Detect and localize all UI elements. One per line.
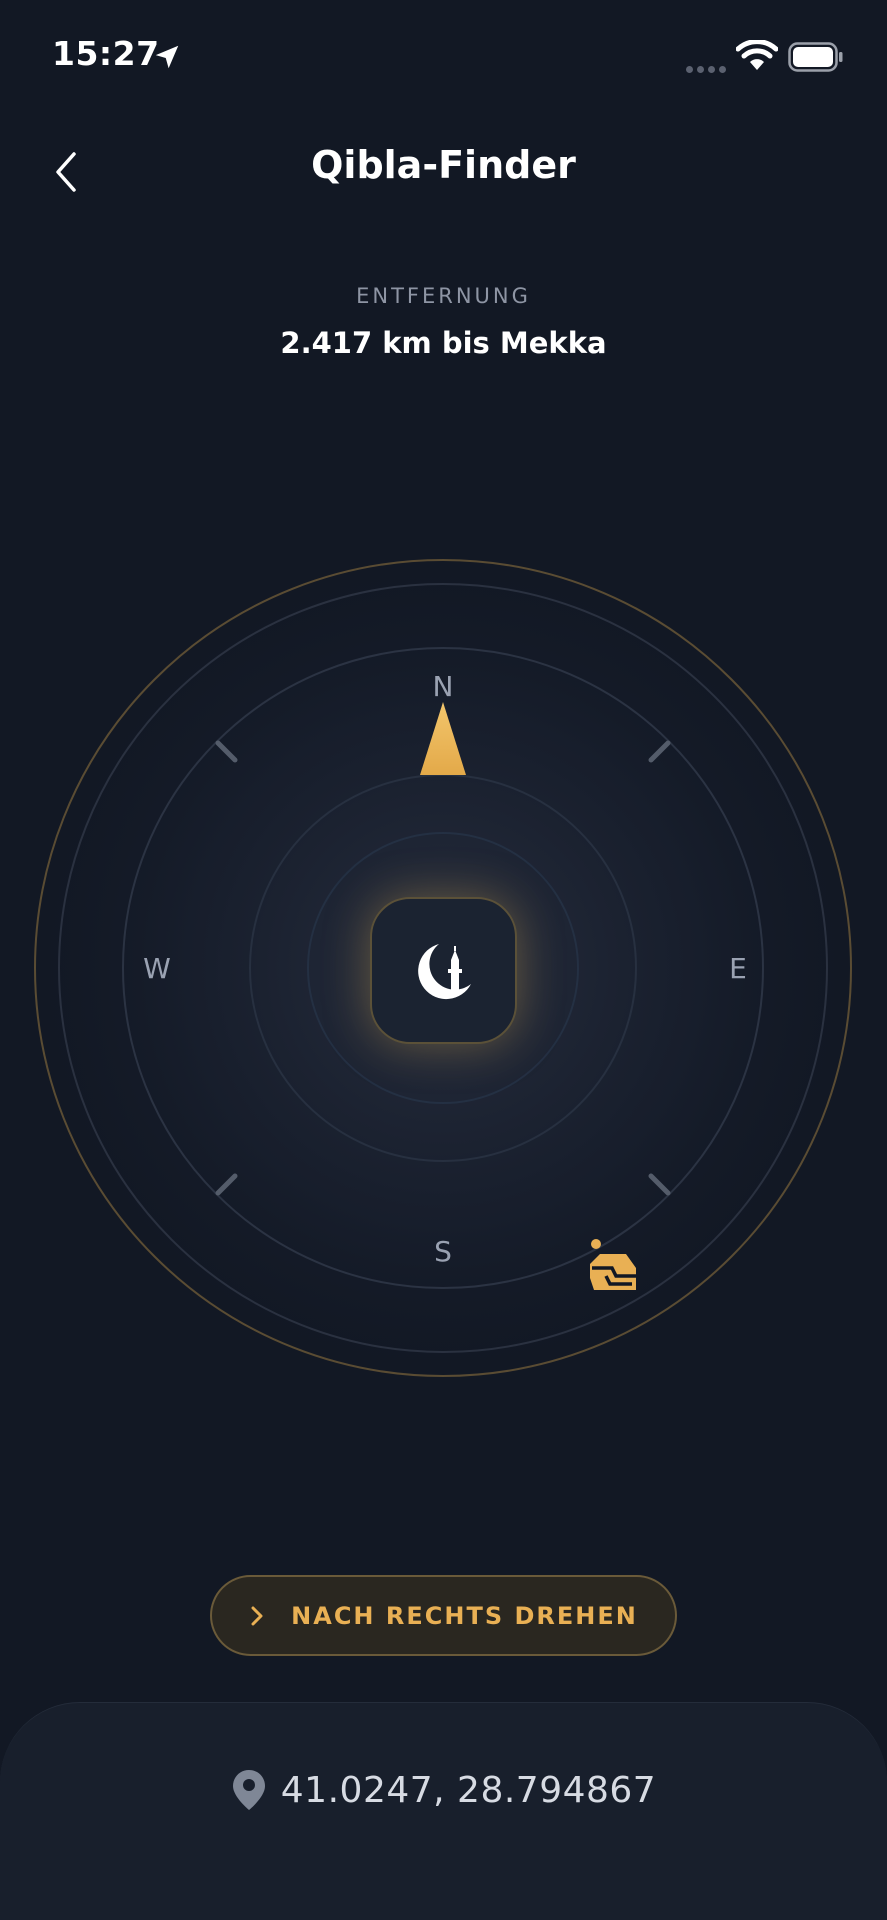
qibla-finder-screen: 15:27 Qibla-Finder ENTFERNUNG 2.417 km b… bbox=[0, 0, 887, 1920]
compass-north-label: N bbox=[432, 670, 454, 703]
location-row: 41.0247, 28.794867 bbox=[0, 1768, 887, 1812]
turn-button-label: NACH RECHTS DREHEN bbox=[291, 1601, 638, 1630]
compass-west-label: W bbox=[143, 952, 171, 985]
center-mosque-badge bbox=[370, 897, 517, 1044]
qibla-kaaba-marker[interactable] bbox=[586, 1238, 640, 1300]
kaaba-icon bbox=[590, 1239, 636, 1290]
compass-south-label: S bbox=[434, 1235, 452, 1268]
turn-right-button[interactable]: NACH RECHTS DREHEN bbox=[210, 1575, 677, 1656]
chevron-right-icon bbox=[251, 1606, 263, 1625]
location-pin-icon bbox=[232, 1770, 265, 1810]
location-coordinates: 41.0247, 28.794867 bbox=[280, 1769, 657, 1811]
crescent-mosque-icon bbox=[417, 943, 471, 999]
compass-east-label: E bbox=[729, 952, 747, 985]
